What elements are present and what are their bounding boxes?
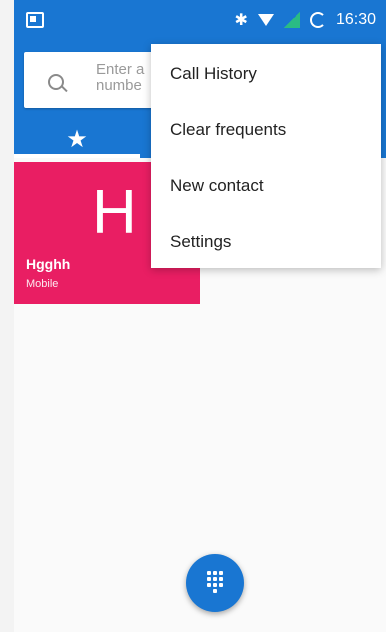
dialpad-button[interactable] — [186, 554, 244, 612]
search-icon[interactable] — [48, 74, 64, 90]
contact-initial: H — [92, 178, 137, 247]
menu-item-label: Settings — [170, 232, 232, 251]
search-input[interactable]: Enter a numbe — [96, 62, 158, 94]
menu-item-call-history[interactable]: Call History — [151, 46, 381, 102]
bluetooth-icon: ✱ — [234, 12, 248, 29]
status-bar: ✱ 16:30 — [14, 0, 386, 42]
menu-item-label: New contact — [170, 176, 264, 195]
menu-item-label: Clear frequents — [170, 120, 287, 139]
status-icons: ✱ 16:30 — [235, 8, 376, 32]
star-icon: ★ — [66, 126, 88, 153]
status-time: 16:30 — [335, 11, 376, 28]
contact-name: Hgghh — [26, 256, 71, 272]
phone-screen: ✱ 16:30 Enter a numbe ★ H Hgghh Mobile C… — [14, 0, 386, 632]
signal-icon — [283, 12, 300, 28]
overflow-menu: Call History Clear frequents New contact… — [151, 44, 381, 268]
loading-icon — [309, 12, 326, 28]
menu-item-settings[interactable]: Settings — [151, 214, 381, 270]
contact-type: Mobile — [26, 278, 59, 290]
menu-item-label: Call History — [170, 64, 257, 83]
wifi-icon — [257, 14, 274, 26]
menu-item-clear-frequents[interactable]: Clear frequents — [151, 102, 381, 158]
dialpad-icon — [203, 569, 227, 597]
image-icon — [26, 12, 44, 28]
tab-indicator — [14, 154, 140, 158]
menu-item-new-contact[interactable]: New contact — [151, 158, 381, 214]
